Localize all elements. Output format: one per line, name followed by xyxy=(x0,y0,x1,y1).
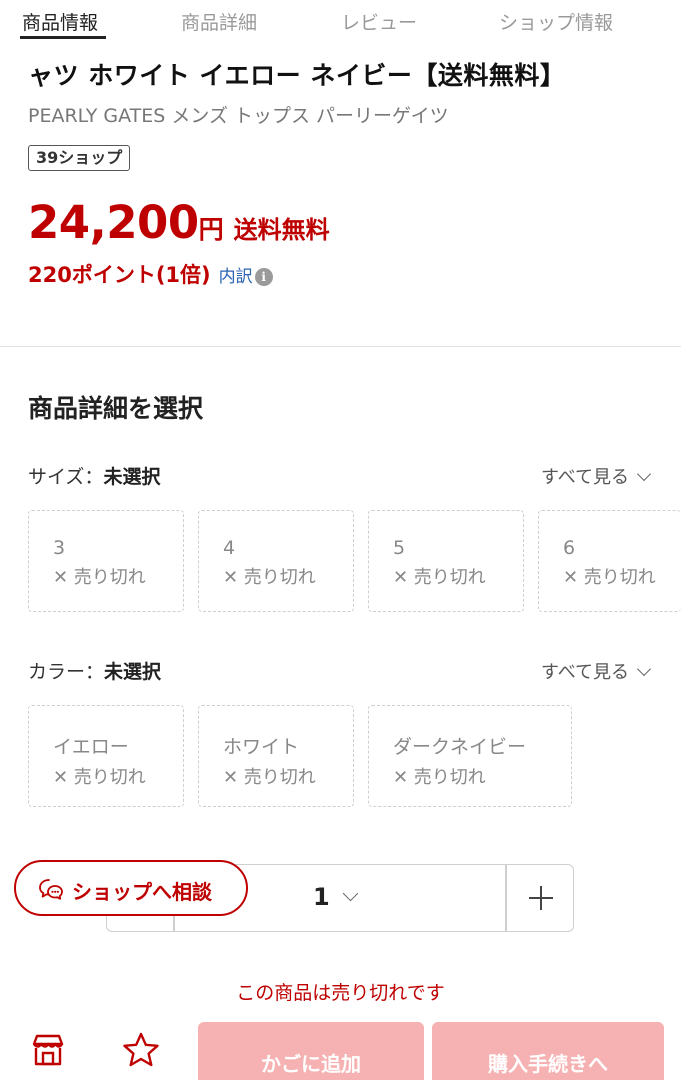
tab-reviews[interactable]: レビュー xyxy=(341,8,417,35)
size-option-status: ✕ 売り切れ xyxy=(393,567,486,588)
size-option-name: 5 xyxy=(393,537,406,559)
color-value: 未選択 xyxy=(104,661,162,683)
tab-product-details[interactable]: 商品詳細 xyxy=(181,8,257,35)
color-option-dark-navy[interactable]: ダークネイビー ✕ 売り切れ xyxy=(368,705,572,807)
tab-shop-info[interactable]: ショップ情報 xyxy=(499,8,613,35)
color-option-status: ✕ 売り切れ xyxy=(53,767,146,788)
checkout-label: 購入手続きへ xyxy=(488,1052,608,1076)
size-value: 未選択 xyxy=(103,466,161,488)
brand-line: PEARLY GATES メンズ トップス パーリーゲイツ xyxy=(28,105,449,127)
info-icon[interactable]: i xyxy=(254,268,273,286)
quantity-value[interactable]: 1 xyxy=(313,883,330,911)
color-option-white[interactable]: ホワイト ✕ 売り切れ xyxy=(198,705,354,807)
tab-bar: 商品情報 商品詳細 レビュー ショップ情報 xyxy=(0,0,681,40)
chat-icon xyxy=(39,879,63,900)
shop-badge: 39ショップ xyxy=(28,145,131,171)
product-title: ャツ ホワイト イエロー ネイビー【送料無料】 xyxy=(28,61,566,90)
size-label: サイズ：未選択 xyxy=(28,462,160,489)
color-option-yellow[interactable]: イエロー ✕ 売り切れ xyxy=(28,705,184,807)
color-see-all-label: すべて見る xyxy=(540,662,629,683)
color-option-name: ホワイト xyxy=(223,736,300,758)
soldout-message: この商品は売り切れです xyxy=(236,982,445,1004)
chevron-down-icon xyxy=(636,661,652,677)
size-option-status: ✕ 売り切れ xyxy=(223,567,316,588)
size-option-6[interactable]: 6 ✕ 売り切れ xyxy=(538,510,681,612)
size-option-3[interactable]: 3 ✕ 売り切れ xyxy=(28,510,184,612)
checkout-button[interactable]: 購入手続きへ xyxy=(432,1022,664,1080)
consult-shop-button[interactable]: ショップへ相談 xyxy=(14,860,248,916)
size-option-name: 3 xyxy=(53,537,66,559)
size-option-status: ✕ 売り切れ xyxy=(53,567,146,588)
price-row: 24,200円 送料無料 xyxy=(28,196,330,252)
price-unit: 円 xyxy=(198,215,224,244)
star-icon[interactable] xyxy=(120,1030,162,1070)
size-option-4[interactable]: 4 ✕ 売り切れ xyxy=(198,510,354,612)
size-option-status: ✕ 売り切れ xyxy=(563,567,656,588)
size-option-5[interactable]: 5 ✕ 売り切れ xyxy=(368,510,524,612)
points-row: 220ポイント(1倍) 内訳 i xyxy=(28,259,273,289)
chevron-down-icon[interactable] xyxy=(342,885,359,902)
price-value: 24,200 xyxy=(28,196,199,249)
color-option-status: ✕ 売り切れ xyxy=(223,767,316,788)
selection-section-title: 商品詳細を選択 xyxy=(28,394,204,423)
add-to-cart-button[interactable]: かごに追加 xyxy=(198,1022,424,1080)
color-label: カラー：未選択 xyxy=(28,657,161,684)
chevron-down-icon xyxy=(636,466,652,482)
size-option-name: 4 xyxy=(223,537,236,559)
consult-shop-label: ショップへ相談 xyxy=(72,880,212,904)
color-option-name: ダークネイビー xyxy=(393,736,527,758)
shop-icon[interactable] xyxy=(28,1030,68,1070)
active-tab-indicator xyxy=(20,36,106,39)
shipping-label: 送料無料 xyxy=(233,216,330,244)
plus-icon-vertical xyxy=(540,886,542,910)
size-see-all-button[interactable]: すべて見る xyxy=(540,463,652,489)
section-divider xyxy=(0,346,681,347)
points-breakdown-link[interactable]: 内訳 xyxy=(219,267,253,287)
color-option-name: イエロー xyxy=(53,736,129,758)
add-to-cart-label: かごに追加 xyxy=(261,1052,361,1076)
points-value: 220ポイント(1倍) xyxy=(28,263,211,287)
color-option-status: ✕ 売り切れ xyxy=(393,767,486,788)
color-see-all-button[interactable]: すべて見る xyxy=(540,658,652,684)
increment-button[interactable] xyxy=(507,865,573,931)
tab-product-info[interactable]: 商品情報 xyxy=(22,8,98,35)
size-option-name: 6 xyxy=(563,537,576,559)
size-label-text: サイズ： xyxy=(28,466,104,488)
size-see-all-label: すべて見る xyxy=(540,467,629,488)
color-label-text: カラー： xyxy=(28,661,105,683)
